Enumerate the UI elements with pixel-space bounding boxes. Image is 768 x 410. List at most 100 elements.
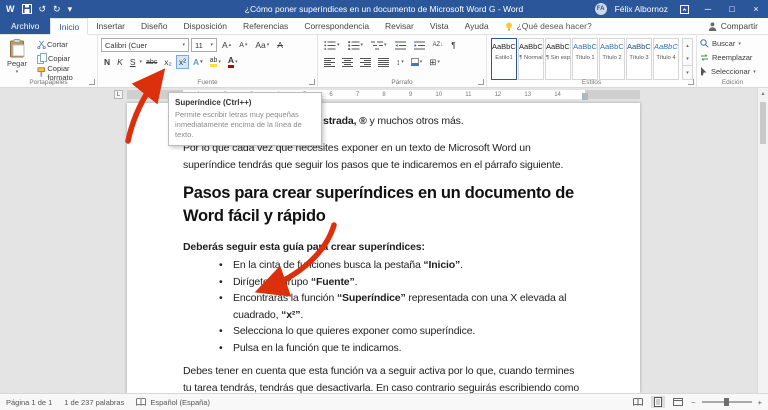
- close-button[interactable]: ×: [748, 2, 764, 16]
- styles-scroll-down-icon[interactable]: ▾: [683, 52, 692, 65]
- grow-font-button[interactable]: A ▴: [219, 38, 234, 52]
- underline-caret-icon[interactable]: ▾: [139, 59, 142, 65]
- word-count[interactable]: 1 de 237 palabras: [64, 398, 124, 407]
- scroll-up-icon[interactable]: ▴: [758, 90, 768, 97]
- format-painter-button[interactable]: Copiar formato: [34, 64, 97, 82]
- find-button[interactable]: Buscar ▾: [700, 37, 756, 50]
- styles-gallery-scroll: ▴ ▾ ▾: [682, 38, 693, 80]
- redo-icon[interactable]: ↻: [53, 4, 61, 14]
- align-left-button[interactable]: [321, 55, 338, 69]
- save-icon[interactable]: [21, 4, 32, 14]
- superscript-tooltip: Superíndice (Ctrl++) Permite escribir le…: [168, 92, 322, 146]
- multilevel-list-button[interactable]: ▾: [368, 38, 390, 52]
- ribbon-tab[interactable]: Inicio: [50, 18, 89, 35]
- cut-button[interactable]: Cortar: [34, 38, 97, 51]
- underline-button[interactable]: S: [127, 55, 139, 69]
- clipboard-dialog-launcher[interactable]: [89, 79, 95, 85]
- replace-button[interactable]: Reemplazar: [700, 51, 756, 64]
- zoom-slider-knob[interactable]: [723, 398, 729, 406]
- style-item[interactable]: AaBbCc ¶ Sin espa...: [545, 38, 571, 80]
- shading-button[interactable]: ▾: [408, 55, 426, 69]
- show-paragraph-marks-button[interactable]: ¶: [448, 38, 459, 52]
- justify-button[interactable]: [375, 55, 392, 69]
- find-label: Buscar: [712, 39, 736, 48]
- text-highlight-button[interactable]: ab ▾: [207, 55, 224, 69]
- style-preview: AaBbCc: [546, 42, 571, 51]
- user-avatar[interactable]: FA: [594, 3, 607, 15]
- style-item[interactable]: AaBbC Título 1: [572, 38, 598, 80]
- style-item[interactable]: AaBbCcC Título 3: [626, 38, 652, 80]
- format-painter-icon: [37, 67, 45, 77]
- strikethrough-button[interactable]: abc: [143, 55, 160, 69]
- ruler-number: 7: [355, 91, 360, 98]
- ribbon-display-options-icon[interactable]: [676, 2, 692, 16]
- ribbon-tab[interactable]: Vista: [422, 18, 457, 34]
- select-button[interactable]: Seleccionar ▾: [700, 65, 756, 78]
- share-button[interactable]: Compartir: [698, 18, 768, 34]
- italic-button[interactable]: K: [114, 55, 126, 69]
- bold-button[interactable]: N: [101, 55, 113, 69]
- increase-indent-button[interactable]: [411, 38, 428, 52]
- quick-access-customize-icon[interactable]: ▾: [68, 4, 73, 14]
- user-name[interactable]: Félix Albornoz: [615, 4, 668, 14]
- superscript-button[interactable]: x²: [175, 55, 189, 69]
- font-size-combobox[interactable]: 11 ▾: [191, 38, 217, 52]
- doc-bullet-list: En la cinta de funciones busca la pestañ…: [219, 257, 585, 356]
- tooltip-body: Permite escribir letras muy pequeñas inm…: [175, 110, 302, 139]
- print-layout-button[interactable]: [651, 396, 666, 408]
- vertical-scrollbar[interactable]: ▴: [757, 88, 768, 393]
- styles-scroll-up-icon[interactable]: ▴: [683, 39, 692, 52]
- change-case-button[interactable]: Aa ▾: [252, 38, 272, 52]
- restore-button[interactable]: □: [724, 2, 740, 16]
- borders-button[interactable]: ⊞ ▾: [426, 55, 443, 69]
- decrease-indent-button[interactable]: [392, 38, 409, 52]
- ribbon-tab[interactable]: Correspondencia: [296, 18, 377, 34]
- ribbon-tab[interactable]: Diseño: [133, 18, 175, 34]
- clear-formatting-button[interactable]: A: [274, 38, 286, 52]
- status-bar: Página 1 de 1 1 de 237 palabras Español …: [0, 393, 768, 410]
- paste-button[interactable]: Pegar ▾: [3, 37, 31, 82]
- ribbon-tab[interactable]: Disposición: [175, 18, 234, 34]
- shrink-font-button[interactable]: A ▾: [236, 38, 250, 52]
- font-name-combobox[interactable]: Calibri (Cuer ▾: [101, 38, 189, 52]
- subscript-button[interactable]: x₂: [161, 55, 175, 69]
- ribbon-tab[interactable]: Revisar: [377, 18, 422, 34]
- zoom-slider[interactable]: [701, 398, 752, 406]
- minimize-button[interactable]: ─: [700, 2, 716, 16]
- ribbon-tab[interactable]: Referencias: [235, 18, 296, 34]
- sort-button[interactable]: AZ↓: [430, 38, 447, 52]
- ribbon-tab-row: Archivo Inicio Insertar Diseño Disposición R…: [0, 18, 768, 35]
- replace-label: Reemplazar: [712, 53, 753, 62]
- zoom-out-button[interactable]: −: [691, 398, 695, 407]
- style-item[interactable]: AaBbCc Título 2: [599, 38, 625, 80]
- line-spacing-button[interactable]: ↕ ▾: [393, 55, 407, 69]
- style-item[interactable]: AaBbCc ¶ Normal: [518, 38, 544, 80]
- style-item[interactable]: AaBbCcDc Título 4: [653, 38, 679, 80]
- font-color-button[interactable]: A ▾: [225, 55, 241, 69]
- undo-icon[interactable]: ↺: [39, 4, 47, 14]
- scrollbar-thumb[interactable]: [760, 102, 766, 144]
- paragraph-dialog-launcher[interactable]: [478, 79, 484, 85]
- zoom-in-button[interactable]: +: [758, 398, 762, 407]
- text-effects-button[interactable]: A ▾: [190, 55, 206, 69]
- ribbon-tab[interactable]: Ayuda: [457, 18, 497, 34]
- document-page[interactable]: c strada, ® y muchos otros más. Por lo q…: [127, 103, 640, 393]
- web-layout-button[interactable]: [671, 396, 685, 408]
- right-indent-marker[interactable]: [582, 93, 588, 100]
- language-indicator[interactable]: Español (España): [136, 398, 210, 407]
- align-right-button[interactable]: [357, 55, 374, 69]
- read-mode-icon: [633, 398, 644, 406]
- styles-more-icon[interactable]: ▾: [683, 65, 692, 79]
- tab-selector[interactable]: L: [114, 90, 123, 99]
- read-mode-button[interactable]: [631, 396, 645, 408]
- bullet-list-button[interactable]: ▾: [321, 38, 343, 52]
- align-center-button[interactable]: [339, 55, 356, 69]
- ribbon-tab[interactable]: Insertar: [88, 18, 133, 34]
- styles-dialog-launcher[interactable]: [688, 79, 694, 85]
- tell-me-box[interactable]: ¿Qué desea hacer?: [497, 18, 600, 34]
- page-indicator[interactable]: Página 1 de 1: [6, 398, 52, 407]
- numbered-list-button[interactable]: ▾: [345, 38, 367, 52]
- font-dialog-launcher[interactable]: [309, 79, 315, 85]
- tab-archivo[interactable]: Archivo: [0, 18, 51, 34]
- style-item[interactable]: AaBbCc Estilo1: [491, 38, 517, 80]
